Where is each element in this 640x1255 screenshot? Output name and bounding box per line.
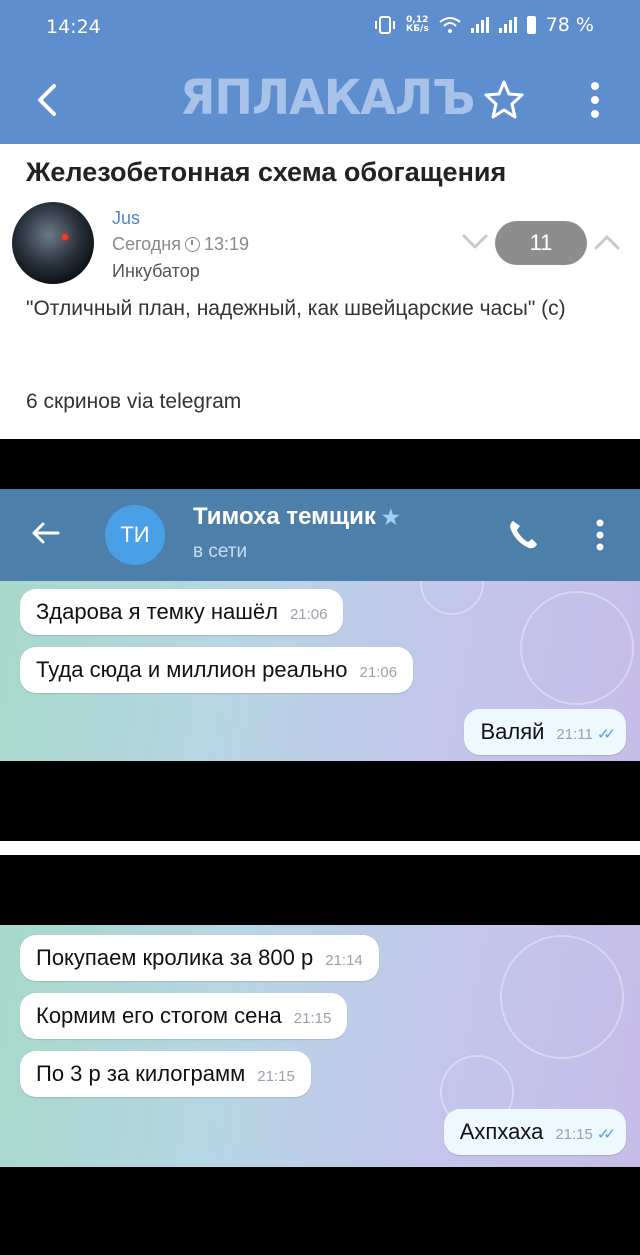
author-avatar[interactable] <box>12 202 94 284</box>
message-bubble-outgoing: Валяй 21:11 ✓✓ <box>464 709 626 755</box>
signal-icon <box>470 17 489 33</box>
status-time: 14:24 <box>46 16 101 38</box>
telegram-contact-name-text: Тимоха темщик <box>193 503 376 530</box>
rating-badge: 11 <box>495 221 587 265</box>
message-time: 21:06 <box>289 606 328 623</box>
more-vert-icon[interactable] <box>580 78 610 122</box>
telegram-more-icon <box>596 519 604 551</box>
snowflake-doodle <box>420 581 484 615</box>
status-bar: 14:24 0,12 КБ/s 78 % <box>0 0 640 56</box>
message-time: 21:14 <box>325 952 363 969</box>
battery-percent: 78 % <box>545 14 594 36</box>
message-time: 21:15 <box>293 1010 332 1027</box>
snowflake-doodle <box>520 591 634 705</box>
status-icons: 0,12 КБ/s 78 % <box>374 14 594 36</box>
telegram-back-icon <box>32 522 60 544</box>
app-bar: ЯПЛАКАЛЪ <box>0 56 640 144</box>
post-date: Сегодня 13:19 <box>112 234 249 255</box>
message-text: Валяй <box>480 719 545 744</box>
message-bubble: По 3 р за килограмм 21:15 <box>20 1051 311 1097</box>
battery-icon <box>526 16 536 34</box>
message-text: Туда сюда и миллион реально <box>36 657 348 682</box>
author-name[interactable]: Jus <box>112 208 140 229</box>
post-text: "Отличный план, надежный, как швейцарски… <box>26 297 566 320</box>
telegram-screenshot-1[interactable]: ТИ Тимоха темщик ★ в сети Здарова я темку… <box>0 439 640 841</box>
vote-up-icon[interactable] <box>592 232 622 252</box>
message-text: Кормим его стогом сена <box>36 1003 282 1028</box>
telegram-header: ТИ Тимоха темщик ★ в сети <box>0 489 640 581</box>
post-date-day: Сегодня <box>112 234 181 254</box>
message-text: По 3 р за килограмм <box>36 1061 246 1086</box>
vote-down-icon[interactable] <box>460 232 490 252</box>
wifi-icon <box>439 17 461 33</box>
telegram-chat-area: Здарова я темку нашёл 21:06 Туда сюда и м… <box>0 581 640 761</box>
message-text: Здарова я темку нашёл <box>36 599 278 624</box>
telegram-chat-area: Покупаем кролика за 800 р 21:14 Кормим ег… <box>0 925 640 1167</box>
avatar-eye <box>62 234 68 240</box>
site-logo[interactable]: ЯПЛАКАЛЪ <box>180 69 475 126</box>
phone-icon <box>510 521 537 549</box>
message-time: 21:15 <box>257 1068 295 1085</box>
telegram-contact-avatar: ТИ <box>105 505 165 565</box>
message-time: 21:15 <box>555 1126 593 1143</box>
post-category[interactable]: Инкубатор <box>112 261 200 282</box>
post-subtext: 6 скринов via telegram <box>26 390 242 413</box>
snowflake-doodle <box>500 935 624 1059</box>
message-time: 21:11 <box>556 726 593 743</box>
message-bubble: Туда сюда и миллион реально 21:06 <box>20 647 414 693</box>
post-date-time: 13:19 <box>204 234 250 254</box>
back-arrow-icon[interactable] <box>28 80 68 120</box>
telegram-contact-name: Тимоха темщик ★ <box>193 503 400 531</box>
post-title: Железобетонная схема обогащения <box>26 157 507 187</box>
message-bubble: Здарова я темку нашёл 21:06 <box>20 589 344 635</box>
message-time: 21:06 <box>359 664 398 681</box>
message-text: Ахпхаха <box>459 1119 544 1144</box>
read-ticks-icon: ✓✓ <box>596 726 616 743</box>
clock-icon <box>185 237 200 252</box>
premium-star-icon: ★ <box>381 507 400 529</box>
message-bubble: Кормим его стогом сена 21:15 <box>20 993 348 1039</box>
net-speed: 0,12 КБ/s <box>406 16 429 34</box>
message-text: Покупаем кролика за 800 р <box>36 945 314 970</box>
message-bubble-outgoing: Ахпхаха 21:15 ✓✓ <box>443 1109 626 1155</box>
net-speed-unit: КБ/s <box>405 24 429 34</box>
message-bubble: Покупаем кролика за 800 р 21:14 <box>20 935 379 981</box>
read-ticks-icon: ✓✓ <box>596 1126 616 1143</box>
signal-icon-2 <box>498 17 517 33</box>
telegram-contact-status: в сети <box>193 541 248 562</box>
telegram-screenshot-2[interactable]: Покупаем кролика за 800 р 21:14 Кормим ег… <box>0 855 640 1255</box>
vibrate-icon <box>374 16 395 34</box>
star-outline-icon[interactable] <box>482 78 526 122</box>
